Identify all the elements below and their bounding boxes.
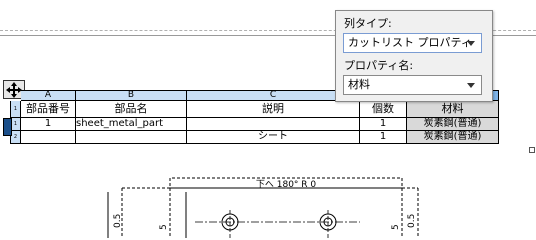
table-row: 2 シート 1 炭素鋼(普通)	[10, 130, 499, 144]
dim-left2: 5	[159, 224, 169, 230]
table-cell[interactable]: シート	[186, 130, 360, 144]
table-row: 1 部品番号 部品名 説明 個数 材料	[10, 100, 499, 118]
column-type-label: 列タイプ:	[344, 17, 392, 30]
chevron-down-icon	[467, 41, 475, 46]
table-cell[interactable]: sheet_metal_part	[75, 117, 187, 131]
table-cell[interactable]	[186, 117, 360, 131]
dim-right2: 0.5	[407, 214, 417, 228]
column-property-popup: 列タイプ: カットリスト プロパティ プロパティ名: 材料	[335, 10, 493, 102]
header-cell[interactable]: 材料	[406, 100, 499, 118]
header-cell[interactable]: 説明	[186, 100, 360, 118]
table-cell[interactable]: 炭素鋼(普通)	[406, 130, 499, 144]
table-cell[interactable]	[75, 130, 187, 144]
column-header-c[interactable]: C	[186, 90, 360, 101]
corner-cell	[11, 91, 21, 101]
table-row: 1 1 sheet_metal_part 1 炭素鋼(普通)	[10, 117, 499, 131]
dim-right: 5	[391, 224, 401, 230]
table-cell[interactable]: 1	[20, 117, 76, 131]
property-name-label: プロパティ名:	[344, 59, 414, 72]
property-name-dropdown[interactable]: 材料	[343, 75, 482, 95]
table-cell[interactable]: 1	[359, 130, 407, 144]
header-cell[interactable]: 部品名	[75, 100, 187, 118]
column-type-value: カットリスト プロパティ	[348, 36, 472, 49]
header-cell[interactable]: 部品番号	[20, 100, 76, 118]
column-header-b[interactable]: B	[75, 90, 187, 101]
property-name-value: 材料	[348, 78, 370, 91]
table-resize-handle[interactable]	[529, 147, 535, 153]
row-header[interactable]: 1	[10, 100, 21, 118]
column-type-dropdown[interactable]: カットリスト プロパティ	[343, 33, 482, 53]
dim-left: 0.5	[113, 214, 123, 228]
bend-note: 下へ 180° R 0	[256, 180, 317, 190]
row-header[interactable]: 1	[10, 117, 21, 131]
table-cell[interactable]: 炭素鋼(普通)	[406, 117, 499, 131]
row-header[interactable]: 2	[10, 130, 21, 144]
header-cell[interactable]: 個数	[359, 100, 407, 118]
chevron-down-icon	[467, 83, 475, 88]
column-header-a[interactable]: A	[20, 90, 76, 101]
row-selector-strip[interactable]	[3, 118, 12, 136]
table-cell[interactable]	[20, 130, 76, 144]
table-cell[interactable]: 1	[359, 117, 407, 131]
